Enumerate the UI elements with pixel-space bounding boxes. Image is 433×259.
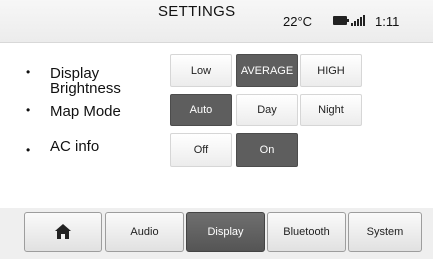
ac-info-label: AC info bbox=[50, 138, 100, 155]
brightness-low-button[interactable]: Low bbox=[170, 54, 232, 87]
display-brightness-label: Display Brightness bbox=[50, 65, 121, 97]
tab-system[interactable]: System bbox=[348, 212, 422, 252]
tab-display[interactable]: Display bbox=[186, 212, 265, 252]
map-mode-day-button[interactable]: Day bbox=[236, 94, 298, 126]
page-title: SETTINGS bbox=[158, 3, 236, 20]
ac-info-off-button[interactable]: Off bbox=[170, 133, 232, 167]
tab-home[interactable] bbox=[24, 212, 102, 252]
temperature-readout: 22°C bbox=[283, 14, 313, 29]
map-mode-auto-button[interactable]: Auto bbox=[170, 94, 232, 126]
ac-info-on-button[interactable]: On bbox=[236, 133, 298, 167]
brightness-high-button[interactable]: HIGH bbox=[300, 54, 362, 87]
bullet-icon: • bbox=[26, 103, 31, 117]
map-mode-night-button[interactable]: Night bbox=[300, 94, 362, 126]
status-bar: SETTINGS 22°C 1:11 bbox=[0, 0, 433, 43]
clock: 1:11 bbox=[375, 14, 400, 29]
home-icon bbox=[55, 224, 71, 240]
bullet-icon: • bbox=[26, 65, 31, 79]
brightness-average-button[interactable]: AVERAGE bbox=[236, 54, 298, 87]
bullet-icon: • bbox=[26, 143, 31, 157]
signal-icon bbox=[351, 15, 365, 26]
map-mode-label: Map Mode bbox=[50, 103, 121, 120]
tab-audio[interactable]: Audio bbox=[105, 212, 184, 252]
tab-bluetooth[interactable]: Bluetooth bbox=[267, 212, 346, 252]
battery-icon bbox=[333, 16, 349, 25]
